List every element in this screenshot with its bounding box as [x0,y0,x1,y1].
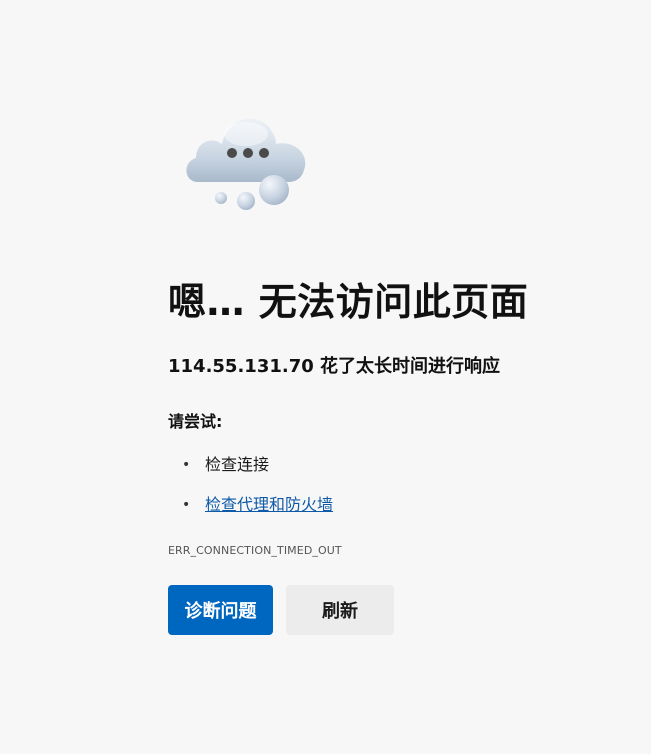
error-code: ERR_CONNECTION_TIMED_OUT [168,544,342,557]
suggestion-check-connection: • 检查连接 [168,450,333,490]
page-title: 嗯… 无法访问此页面 [168,280,529,324]
bullet-icon: • [182,457,191,473]
check-proxy-firewall-link[interactable]: 检查代理和防火墙 [205,495,333,514]
diagnose-button[interactable]: 诊断问题 [168,585,273,635]
suggestion-list: • 检查连接 • 检查代理和防火墙 [168,450,333,530]
error-page: 嗯… 无法访问此页面 114.55.131.70 花了太长时间进行响应 请尝试:… [0,0,651,754]
error-message: 114.55.131.70 花了太长时间进行响应 [168,356,501,377]
bullet-icon: • [182,497,191,513]
cloud-thinking-icon [178,106,318,216]
suggestion-label: 检查连接 [205,455,270,474]
suggestion-check-proxy-firewall: • 检查代理和防火墙 [168,490,333,530]
refresh-button[interactable]: 刷新 [286,585,394,635]
try-label: 请尝试: [168,412,223,431]
